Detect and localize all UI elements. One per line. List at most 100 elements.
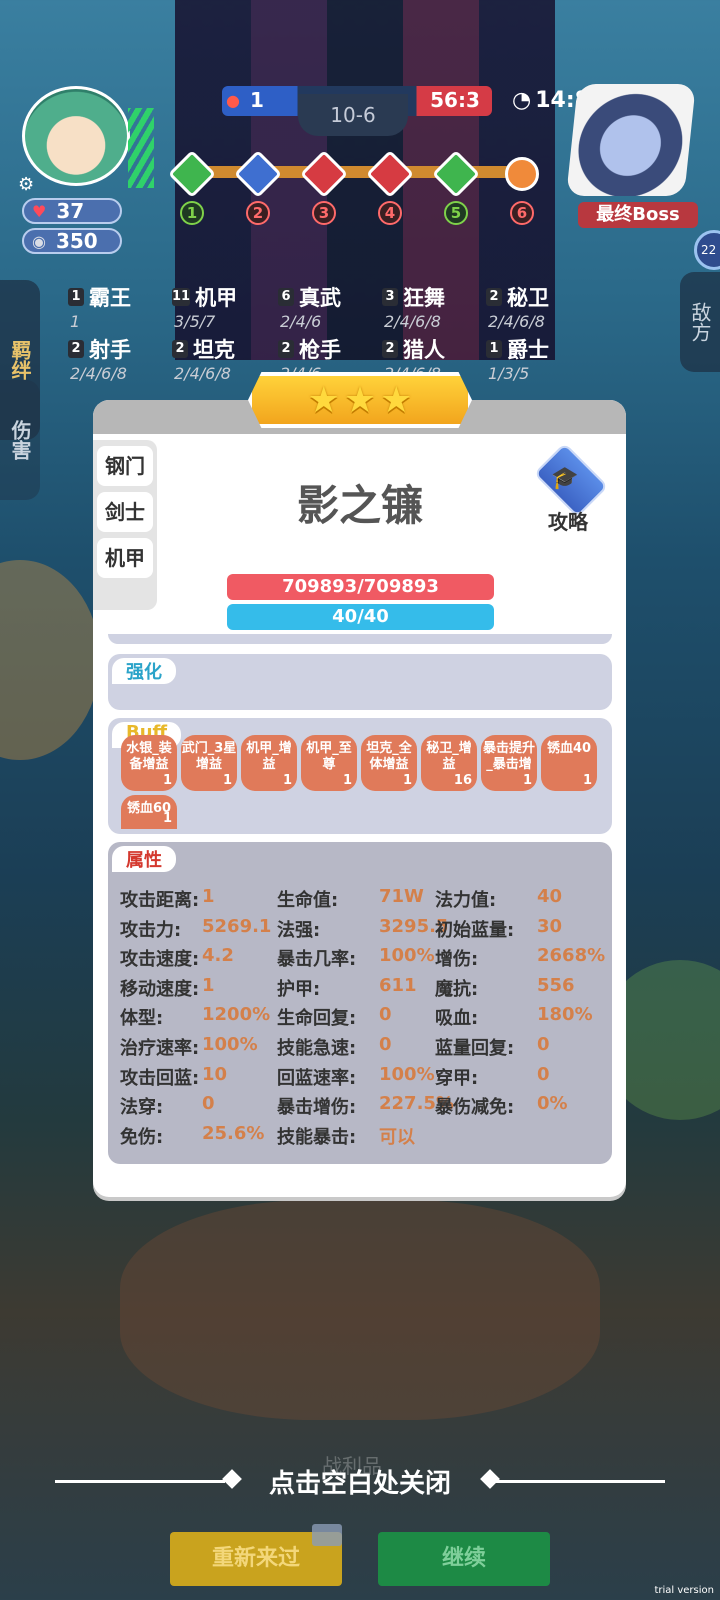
round-indicator: 10-6 bbox=[298, 94, 408, 136]
buff-name: 坦克_全体增益 bbox=[366, 741, 412, 772]
side-counter[interactable]: 22 bbox=[694, 230, 720, 270]
buff-name: 锈血40 bbox=[546, 741, 592, 756]
attr-label: 治疗速率: bbox=[120, 1038, 200, 1059]
attr-value: 0 bbox=[379, 1034, 392, 1055]
star-icon: ★ bbox=[343, 379, 377, 421]
synergy-item[interactable]: 2 射手 2/4/6/8 bbox=[68, 334, 178, 383]
synergy-tiers: 1/3/5 bbox=[488, 364, 530, 383]
buff-tile[interactable]: 机甲_增益 1 bbox=[241, 735, 297, 791]
synergy-tiers: 2/4/6 bbox=[280, 312, 322, 331]
attr-label: 蓝量回复: bbox=[435, 1038, 515, 1059]
synergy-name: 机甲 bbox=[195, 286, 238, 310]
attr-label: 吸血: bbox=[435, 1008, 479, 1030]
unit-tags: 钢门 剑士 机甲 bbox=[93, 440, 157, 610]
attr-label: 技能急速: bbox=[277, 1038, 357, 1059]
attr-item: 法力值: 40 bbox=[435, 886, 562, 912]
synergy-name: 射手 bbox=[89, 338, 131, 362]
buff-name: 机甲_至尊 bbox=[306, 741, 352, 772]
synergy-item[interactable]: 11 机甲 3/5/7 bbox=[172, 282, 282, 331]
synergy-item[interactable]: 3 狂舞 2/4/6/8 bbox=[382, 282, 492, 331]
attr-value: 可以 bbox=[379, 1126, 415, 1148]
buff-tile[interactable]: 锈血60 1 bbox=[121, 795, 177, 829]
stage-number: 3 bbox=[312, 201, 336, 225]
guide-label[interactable]: 攻略 bbox=[548, 506, 588, 535]
attr-item: 攻击力: 5269.1 bbox=[120, 916, 271, 942]
tab-damage[interactable]: 伤害 bbox=[0, 380, 40, 500]
attr-value: 1200% bbox=[202, 1004, 271, 1026]
attr-label: 攻击回蓝: bbox=[120, 1067, 200, 1089]
attr-label: 技能暴击: bbox=[277, 1126, 357, 1148]
buff-tile[interactable]: 秘卫_增益 16 bbox=[421, 735, 477, 791]
buff-tile[interactable]: 水银_装备增益 1 bbox=[121, 735, 177, 791]
attr-value: 180% bbox=[537, 1004, 593, 1026]
buff-tile[interactable]: 暴击提升_暴击增 1 bbox=[481, 735, 537, 791]
buff-name: 武门_3星增益 bbox=[181, 741, 237, 772]
boss-avatar[interactable] bbox=[566, 84, 696, 196]
synergy-item[interactable]: 1 霸王 1 bbox=[68, 282, 178, 331]
stage-number: 2 bbox=[246, 201, 270, 225]
buff-count: 1 bbox=[342, 773, 352, 788]
trial-watermark: trial version bbox=[654, 1585, 714, 1596]
buff-tile[interactable]: 武门_3星增益 1 bbox=[181, 735, 237, 791]
attr-item: 生命回复: 0 bbox=[277, 1004, 392, 1030]
enemy-score: 56:3 bbox=[430, 88, 480, 112]
torch-glow bbox=[0, 560, 100, 760]
star-icon: ★ bbox=[380, 379, 413, 421]
buff-tile[interactable]: 锈血40 1 bbox=[541, 735, 597, 791]
attr-item: 魔抗: 556 bbox=[435, 975, 575, 1001]
attr-label: 生命回复: bbox=[277, 1008, 357, 1030]
continue-button[interactable]: 继续 bbox=[378, 1532, 550, 1586]
heart-icon: ♥ bbox=[32, 201, 47, 221]
close-hint[interactable]: 点击空白处关闭 bbox=[0, 1463, 720, 1500]
gear-icon[interactable]: ⚙ bbox=[18, 174, 40, 196]
attr-value: 71W bbox=[379, 886, 424, 907]
attr-label: 暴伤减免: bbox=[435, 1097, 515, 1119]
flame-icon: ● bbox=[226, 90, 240, 110]
attr-value: 0 bbox=[202, 1093, 215, 1115]
buff-count: 1 bbox=[522, 773, 532, 788]
synergy-count: 3 bbox=[382, 288, 398, 306]
synergy-item[interactable]: 1 爵士 1/3/5 bbox=[486, 334, 596, 383]
synergy-count: 6 bbox=[278, 288, 294, 306]
player-avatar[interactable] bbox=[22, 86, 130, 186]
star-rating: ★ ★ ★ bbox=[248, 372, 472, 428]
synergy-tiers: 2/4/6/8 bbox=[384, 312, 441, 331]
buff-name: 机甲_增益 bbox=[246, 741, 292, 772]
buff-name: 水银_装备增益 bbox=[126, 741, 172, 772]
coin-icon: ◉ bbox=[32, 231, 46, 251]
attr-label: 法力值: bbox=[435, 890, 497, 911]
attr-item: 暴击增伤: 227.5% bbox=[277, 1093, 454, 1119]
stage-number: 5 bbox=[444, 201, 468, 225]
attr-item: 穿甲: 0 bbox=[435, 1064, 550, 1090]
gold-pill: ◉ 350 bbox=[22, 228, 122, 254]
attr-value: 4.2 bbox=[202, 945, 234, 967]
buff-tile[interactable]: 坦克_全体增益 1 bbox=[361, 735, 417, 791]
tag-item[interactable]: 机甲 bbox=[97, 538, 153, 578]
tab-enemy[interactable]: 敌方 bbox=[680, 272, 720, 372]
synergy-item[interactable]: 2 秘卫 2/4/6/8 bbox=[486, 282, 596, 331]
hp-pill: ♥ 37 bbox=[22, 198, 122, 224]
attr-item: 攻击速度: 4.2 bbox=[120, 945, 234, 971]
attr-label: 魔抗: bbox=[435, 978, 479, 1000]
attr-item: 护甲: 611 bbox=[277, 975, 417, 1001]
clock-icon: ◔ bbox=[512, 88, 532, 113]
buff-count: 1 bbox=[162, 811, 172, 826]
buff-count: 1 bbox=[222, 773, 232, 788]
tag-item[interactable]: 剑士 bbox=[97, 492, 153, 532]
tag-item[interactable]: 钢门 bbox=[97, 446, 153, 486]
attr-value: 0 bbox=[537, 1063, 550, 1085]
attr-item: 体型: 1200% bbox=[120, 1004, 270, 1030]
buff-count: 1 bbox=[402, 773, 412, 788]
hp-value: 37 bbox=[56, 199, 85, 223]
floating-island bbox=[120, 1200, 600, 1420]
player-score: ● 1 bbox=[226, 88, 286, 112]
attr-item: 法强: 3295.5 bbox=[277, 916, 448, 942]
attr-label: 回蓝速率: bbox=[277, 1067, 357, 1089]
synergy-item[interactable]: 6 真武 2/4/6 bbox=[278, 282, 388, 331]
synergy-name: 真武 bbox=[299, 286, 341, 310]
attr-label: 暴击几率: bbox=[277, 949, 357, 971]
unit-name: 影之镰 bbox=[296, 481, 423, 530]
buff-tile[interactable]: 机甲_至尊 1 bbox=[301, 735, 357, 791]
synergy-name: 坦克 bbox=[193, 338, 235, 362]
attr-item: 技能暴击: 可以 bbox=[277, 1123, 415, 1149]
